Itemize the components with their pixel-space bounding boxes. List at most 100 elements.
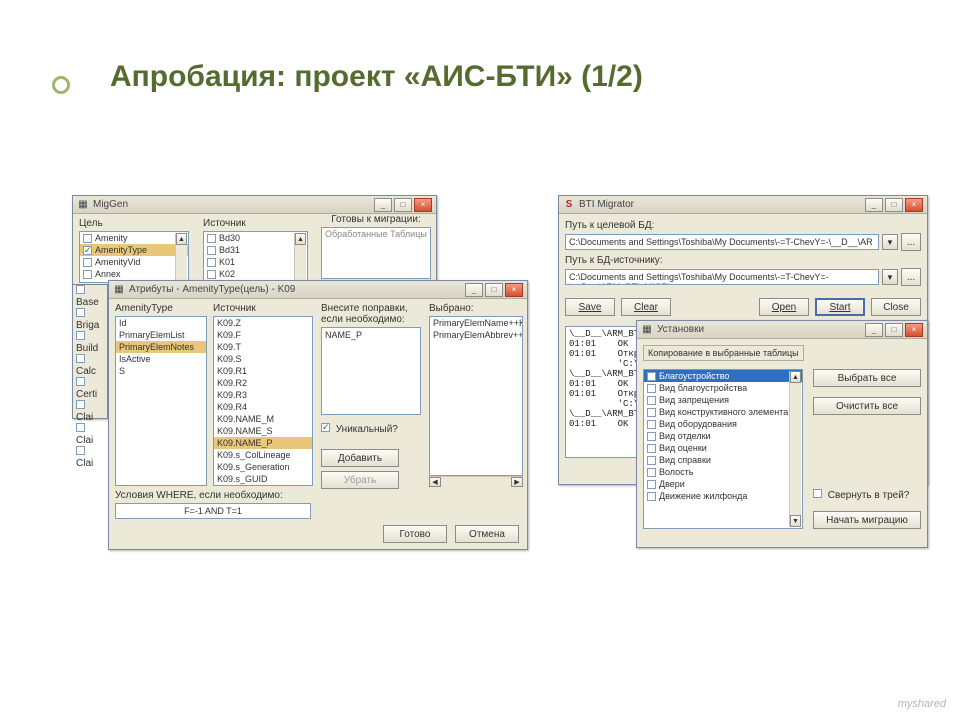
list-item[interactable]: K01 bbox=[204, 256, 307, 268]
list-item[interactable]: AmenityType bbox=[80, 244, 188, 256]
maximize-button[interactable]: □ bbox=[394, 198, 412, 212]
clear-all-button[interactable]: Очистить все bbox=[813, 397, 921, 415]
textbox-where[interactable]: F=-1 AND T=1 bbox=[115, 503, 311, 519]
checkbox-icon[interactable] bbox=[207, 246, 216, 255]
list-item[interactable]: IsActive bbox=[116, 353, 206, 365]
scroll-right-icon[interactable]: ▶ bbox=[511, 477, 523, 487]
list-item[interactable]: K09.NAME_P bbox=[214, 437, 312, 449]
checkbox-icon[interactable] bbox=[647, 444, 656, 453]
dropdown-icon[interactable]: ▼ bbox=[882, 234, 898, 250]
open-button[interactable]: Open bbox=[759, 298, 809, 316]
list-item[interactable]: K09.NAME_M bbox=[214, 413, 312, 425]
scroll-up-icon[interactable]: ▲ bbox=[176, 233, 187, 245]
list-item[interactable]: PrimaryElemNotes bbox=[116, 341, 206, 353]
maximize-button[interactable]: □ bbox=[885, 198, 903, 212]
list-item[interactable]: Id bbox=[116, 317, 206, 329]
list-item[interactable]: PrimaryElemName++K09.NA bbox=[430, 317, 522, 329]
start-button[interactable]: Start bbox=[815, 298, 865, 316]
maximize-button[interactable]: □ bbox=[885, 323, 903, 337]
list-item[interactable]: PrimaryElemList bbox=[116, 329, 206, 341]
scrollbar-h[interactable]: ◀ ▶ bbox=[429, 476, 523, 488]
textbox-edit[interactable]: NAME_P bbox=[321, 327, 421, 415]
checkbox-icon[interactable] bbox=[207, 234, 216, 243]
close-button[interactable]: × bbox=[905, 323, 923, 337]
checkbox-tray[interactable] bbox=[813, 489, 822, 498]
list-item[interactable]: PrimaryElemAbbrev++K09.NA bbox=[430, 329, 522, 341]
list-item[interactable]: Bd31 bbox=[204, 244, 307, 256]
scroll-down-icon[interactable]: ▼ bbox=[790, 515, 801, 527]
browse-source-button[interactable]: ... bbox=[901, 268, 921, 286]
close-button2[interactable]: Close bbox=[871, 298, 921, 316]
checkbox-icon[interactable] bbox=[647, 372, 656, 381]
list-item[interactable]: Вид конструктивного элемента bbox=[644, 406, 802, 418]
tab-copy[interactable]: Копирование в выбранные таблицы bbox=[643, 345, 804, 361]
checkbox-icon[interactable] bbox=[647, 480, 656, 489]
list-item[interactable]: Вид оборудования bbox=[644, 418, 802, 430]
list-item[interactable]: K09.R3 bbox=[214, 389, 312, 401]
scroll-up-icon[interactable]: ▲ bbox=[295, 233, 306, 245]
close-button[interactable]: × bbox=[905, 198, 923, 212]
listbox-source[interactable]: K09.ZK09.FK09.TK09.SK09.R1K09.R2K09.R3K0… bbox=[213, 316, 313, 486]
dropdown-icon[interactable]: ▼ bbox=[882, 269, 898, 285]
list-item[interactable]: K09.s_Generation bbox=[214, 461, 312, 473]
listbox-sources[interactable]: Bd30Bd31K01K02K03 ▲ bbox=[203, 231, 308, 283]
save-button[interactable]: Save bbox=[565, 298, 615, 316]
checkbox-icon[interactable] bbox=[83, 270, 92, 279]
list-item[interactable]: Вид отделки bbox=[644, 430, 802, 442]
list-item[interactable]: AmenityVid bbox=[80, 256, 188, 268]
list-item[interactable]: Движение жилфонда bbox=[644, 490, 802, 502]
titlebar-migrator[interactable]: S BTI Migrator _ □ × bbox=[559, 196, 927, 214]
titlebar-installs[interactable]: ▦ Установки _ □ × bbox=[637, 321, 927, 339]
list-item[interactable]: K09.F bbox=[214, 329, 312, 341]
checkbox-icon[interactable] bbox=[647, 420, 656, 429]
clear-button[interactable]: Clear bbox=[621, 298, 671, 316]
checkbox-icon[interactable] bbox=[83, 234, 92, 243]
list-item[interactable]: Bd30 bbox=[204, 232, 307, 244]
textbox-source-db[interactable]: C:\Documents and Settings\Toshiba\My Doc… bbox=[565, 269, 879, 285]
maximize-button[interactable]: □ bbox=[485, 283, 503, 297]
list-item[interactable]: K09.T bbox=[214, 341, 312, 353]
titlebar-attributes[interactable]: ▦ Атрибуты - AmenityType(цель) - K09 _ □… bbox=[109, 281, 527, 299]
list-item[interactable]: K09.s_GUID bbox=[214, 473, 312, 485]
remove-button[interactable]: Убрать bbox=[321, 471, 399, 489]
titlebar-miggen[interactable]: ▦ MigGen _ □ × bbox=[73, 196, 436, 214]
minimize-button[interactable]: _ bbox=[374, 198, 392, 212]
close-button[interactable]: × bbox=[505, 283, 523, 297]
checkbox-unique[interactable] bbox=[321, 423, 330, 432]
list-item[interactable]: K02 bbox=[204, 268, 307, 280]
checkbox-icon[interactable] bbox=[83, 246, 92, 255]
list-item[interactable]: K09.R1 bbox=[214, 365, 312, 377]
add-button[interactable]: Добавить bbox=[321, 449, 399, 467]
checkbox-icon[interactable] bbox=[647, 408, 656, 417]
list-item[interactable]: K09.s_ColLineage bbox=[214, 449, 312, 461]
list-item[interactable]: Вид запрещения bbox=[644, 394, 802, 406]
checkbox-icon[interactable] bbox=[83, 258, 92, 267]
list-item[interactable]: Вид благоустройства bbox=[644, 382, 802, 394]
browse-target-button[interactable]: ... bbox=[901, 233, 921, 251]
select-all-button[interactable]: Выбрать все bbox=[813, 369, 921, 387]
checkbox-icon[interactable] bbox=[647, 432, 656, 441]
list-item[interactable]: K09.NAME_S bbox=[214, 425, 312, 437]
list-item[interactable]: K09.s_Lineage bbox=[214, 485, 312, 486]
checkbox-icon[interactable] bbox=[83, 282, 92, 284]
minimize-button[interactable]: _ bbox=[465, 283, 483, 297]
listbox-amenitytype[interactable]: IdPrimaryElemListPrimaryElemNotesIsActiv… bbox=[115, 316, 207, 486]
checkbox-icon[interactable] bbox=[647, 396, 656, 405]
list-item[interactable]: Волость bbox=[644, 466, 802, 478]
list-item[interactable]: Двери bbox=[644, 478, 802, 490]
checkbox-icon[interactable] bbox=[207, 270, 216, 279]
list-item[interactable]: K09.R4 bbox=[214, 401, 312, 413]
cancel-button[interactable]: Отмена bbox=[455, 525, 519, 543]
list-item[interactable]: K09.R2 bbox=[214, 377, 312, 389]
list-item[interactable]: K09.S bbox=[214, 353, 312, 365]
listbox-goals[interactable]: AmenityAmenityTypeAmenityVidAnnexBankKas… bbox=[79, 231, 189, 283]
scroll-up-icon[interactable]: ▲ bbox=[790, 371, 801, 383]
checkbox-icon[interactable] bbox=[647, 384, 656, 393]
ready-button[interactable]: Готово bbox=[383, 525, 447, 543]
scrollbar[interactable]: ▲ bbox=[175, 233, 187, 281]
scrollbar[interactable]: ▲ ▼ bbox=[789, 371, 801, 527]
textbox-target-db[interactable]: C:\Documents and Settings\Toshiba\My Doc… bbox=[565, 234, 879, 250]
scrollbar[interactable]: ▲ bbox=[294, 233, 306, 281]
listbox-ready[interactable]: Обработанные Таблицы bbox=[321, 227, 431, 279]
scroll-left-icon[interactable]: ◀ bbox=[429, 477, 441, 487]
